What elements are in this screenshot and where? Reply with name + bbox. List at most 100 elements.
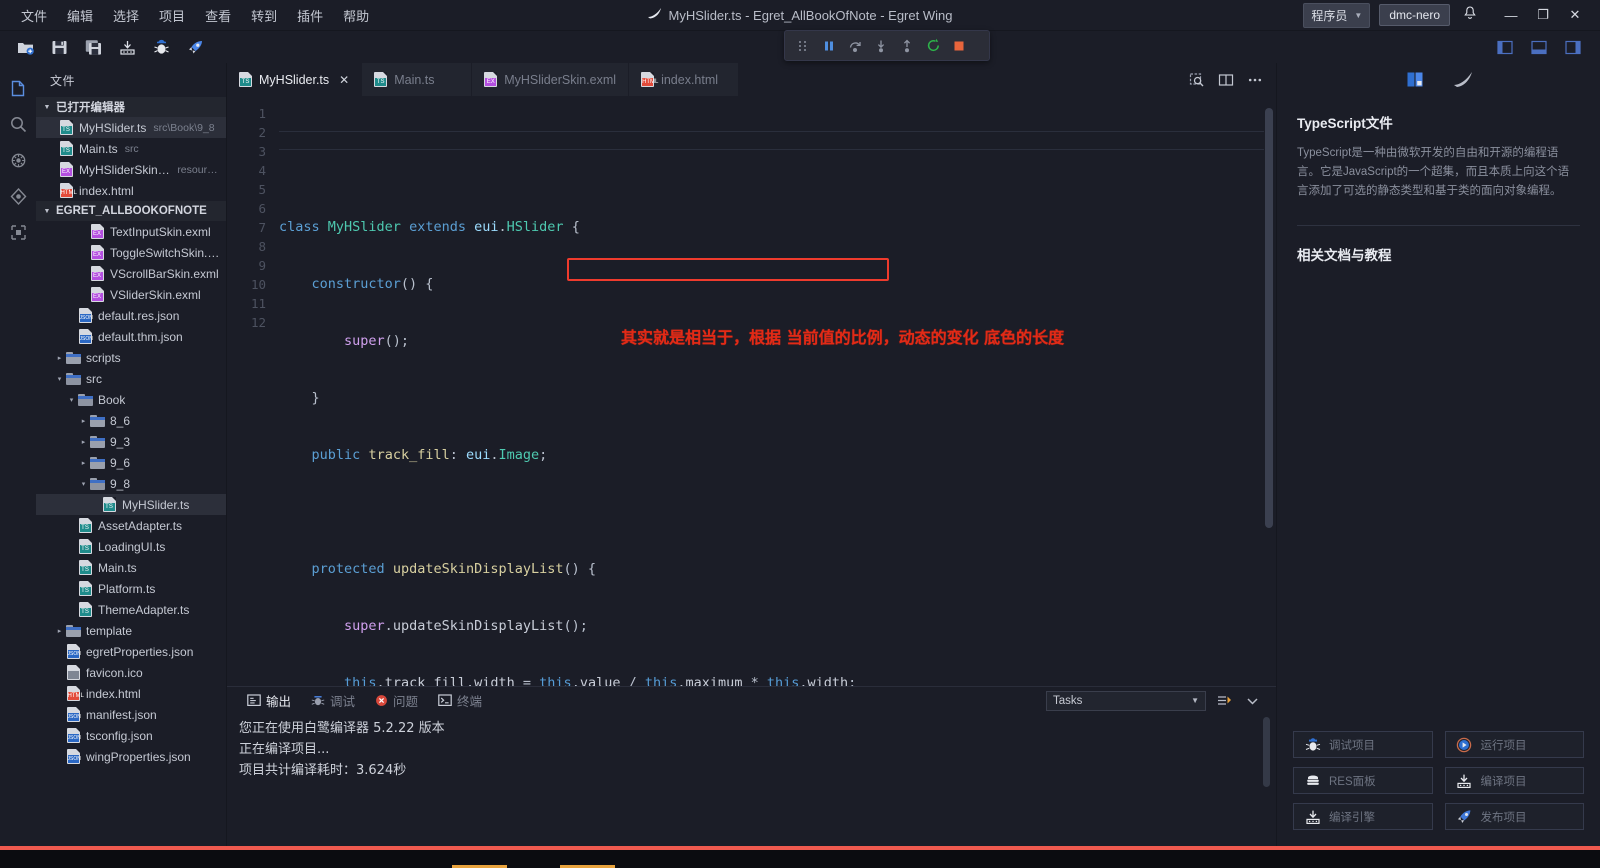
code-editor[interactable]: 1 2 3 4 5 6 7 8 9 10 11 12 class MyHSlider extends … [227,96,1276,686]
publish-rocket-icon[interactable] [180,34,210,60]
activity-source-control-icon[interactable] [1,179,35,213]
file-tree-item[interactable]: ▸ template [36,620,226,641]
collapse-panel-icon[interactable] [1242,691,1262,711]
panel-tab-output[interactable]: 输出 [239,688,299,713]
panel-tab-terminal[interactable]: 终端 [430,688,490,713]
project-root-header[interactable]: ▼ EGRET_ALLBOOKOFNOTE [36,201,226,221]
editor-vertical-scrollbar[interactable] [1264,96,1274,686]
file-tree-item[interactable]: ▸ 9_6 [36,452,226,473]
docs-icon[interactable] [1402,67,1428,93]
open-editors-header[interactable]: ▼ 已打开编辑器 [36,97,226,117]
open-editor-item[interactable]: TS MyHSlider.ts src\Book\9_8 [36,117,226,138]
file-tree-item[interactable]: TS Platform.ts [36,578,226,599]
clear-output-icon[interactable] [1214,691,1234,711]
res-panel-button[interactable]: RES面板 [1293,767,1433,794]
editor-tab[interactable]: TS Main.ts [362,63,473,96]
file-tree-item[interactable]: JSON wingProperties.json [36,746,226,767]
file-tree-item[interactable]: TS ThemeAdapter.ts [36,599,226,620]
menu-help[interactable]: 帮助 [334,2,378,29]
save-all-icon[interactable] [78,34,108,60]
egret-icon[interactable] [1450,67,1476,93]
tab-close-icon[interactable]: ✕ [339,73,349,87]
panel-tab-problems[interactable]: 问题 [367,688,426,713]
file-tree-item[interactable]: JSON default.res.json [36,305,226,326]
menu-edit[interactable]: 编辑 [58,2,102,29]
debug-drag-handle[interactable] [791,35,815,57]
tasks-select[interactable]: Tasks ▼ [1046,690,1206,711]
file-tree-item[interactable]: ▸ 8_6 [36,410,226,431]
file-tree-item[interactable]: favicon.ico [36,662,226,683]
debug-project-button[interactable]: 调试项目 [1293,731,1433,758]
debug-step-out-button[interactable] [895,35,919,57]
debug-pause-button[interactable] [817,35,841,57]
publish-project-button[interactable]: 发布项目 [1444,803,1584,830]
activity-egret-icon[interactable] [1,143,35,177]
user-chip[interactable]: dmc-nero [1379,4,1450,26]
open-editor-item[interactable]: EX MyHSliderSkin.exml resource\... [36,159,226,180]
save-icon[interactable] [44,34,74,60]
twisty-icon[interactable]: ▸ [54,627,65,635]
debug-project-icon[interactable] [146,34,176,60]
maximize-button[interactable]: ❐ [1528,2,1558,28]
twisty-icon[interactable]: ▸ [78,417,89,425]
panel-output-body[interactable]: 您正在使用白鹭编译器 5.2.22 版本 正在编译项目... 项目共计编译耗时：… [227,714,1276,846]
split-editor-icon[interactable] [1213,67,1239,93]
notifications-bell-icon[interactable] [1459,6,1481,24]
file-tree-item[interactable]: EX VSliderSkin.exml [36,284,226,305]
file-tree-item[interactable]: ▸ scripts [36,347,226,368]
panel-scrollbar[interactable] [1263,717,1272,827]
minimize-button[interactable]: — [1496,2,1526,28]
activity-explorer-icon[interactable] [1,71,35,105]
debug-step-into-button[interactable] [869,35,893,57]
file-tree-item[interactable]: JSON egretProperties.json [36,641,226,662]
twisty-icon[interactable]: ▸ [54,354,65,362]
menu-project[interactable]: 项目 [150,2,194,29]
file-tree-item[interactable]: TS Main.ts [36,557,226,578]
twisty-icon[interactable]: ▾ [54,375,65,383]
twisty-icon[interactable]: ▾ [78,480,89,488]
menu-file[interactable]: 文件 [12,2,56,29]
toggle-sidebar-right-icon[interactable] [1558,34,1588,60]
file-tree-item[interactable]: JSON default.thm.json [36,326,226,347]
file-tree-item[interactable]: ▾ Book [36,389,226,410]
compile-project-button[interactable]: 编译项目 [1444,767,1584,794]
menu-goto[interactable]: 转到 [242,2,286,29]
editor-tab[interactable]: EX MyHSliderSkin.exml [472,63,630,96]
file-tree-item[interactable]: EX TextInputSkin.exml [36,221,226,242]
close-button[interactable]: ✕ [1560,2,1590,28]
activity-search-icon[interactable] [1,107,35,141]
file-tree-item[interactable]: JSON tsconfig.json [36,725,226,746]
panel-tab-debug[interactable]: 调试 [303,688,363,713]
file-tree-item[interactable]: ▾ src [36,368,226,389]
debug-stop-button[interactable] [947,35,971,57]
run-project-button[interactable]: 运行项目 [1444,731,1584,758]
file-tree-item[interactable]: EX ToggleSwitchSkin.exml [36,242,226,263]
editor-tab[interactable]: HTML index.html [629,63,740,96]
compile-engine-button[interactable]: 编译引擎 [1293,803,1433,830]
explorer-tree[interactable]: ▼ 已打开编辑器 TS MyHSlider.ts src\Book\9_8 TS Mai… [36,97,226,846]
file-tree-item[interactable]: TS LoadingUI.ts [36,536,226,557]
file-tree-item[interactable]: TS MyHSlider.ts [36,494,226,515]
file-tree-item[interactable]: EX VScrollBarSkin.exml [36,263,226,284]
file-tree-item[interactable]: ▾ 9_8 [36,473,226,494]
file-tree-item[interactable]: HTML index.html [36,683,226,704]
menu-plugin[interactable]: 插件 [288,2,332,29]
more-actions-icon[interactable] [1242,67,1268,93]
twisty-icon[interactable]: ▸ [78,438,89,446]
open-editor-item[interactable]: TS Main.ts src [36,138,226,159]
open-editor-item[interactable]: HTML index.html [36,180,226,201]
menu-select[interactable]: 选择 [104,2,148,29]
toggle-sidebar-left-icon[interactable] [1490,34,1520,60]
debug-step-over-button[interactable] [843,35,867,57]
activity-extensions-icon[interactable] [1,215,35,249]
scrollbar-thumb[interactable] [1265,108,1273,528]
role-select[interactable]: 程序员 ▼ [1303,2,1371,28]
preview-icon[interactable] [1184,67,1210,93]
twisty-icon[interactable]: ▸ [78,459,89,467]
panel-scrollbar-thumb[interactable] [1263,717,1270,787]
file-tree-item[interactable]: TS AssetAdapter.ts [36,515,226,536]
editor-tab[interactable]: TS MyHSlider.ts ✕ [227,63,363,96]
file-tree-item[interactable]: ▸ 9_3 [36,431,226,452]
file-tree-item[interactable]: JSON manifest.json [36,704,226,725]
code-content[interactable]: class MyHSlider extends eui.HSlider { co… [279,96,1276,686]
